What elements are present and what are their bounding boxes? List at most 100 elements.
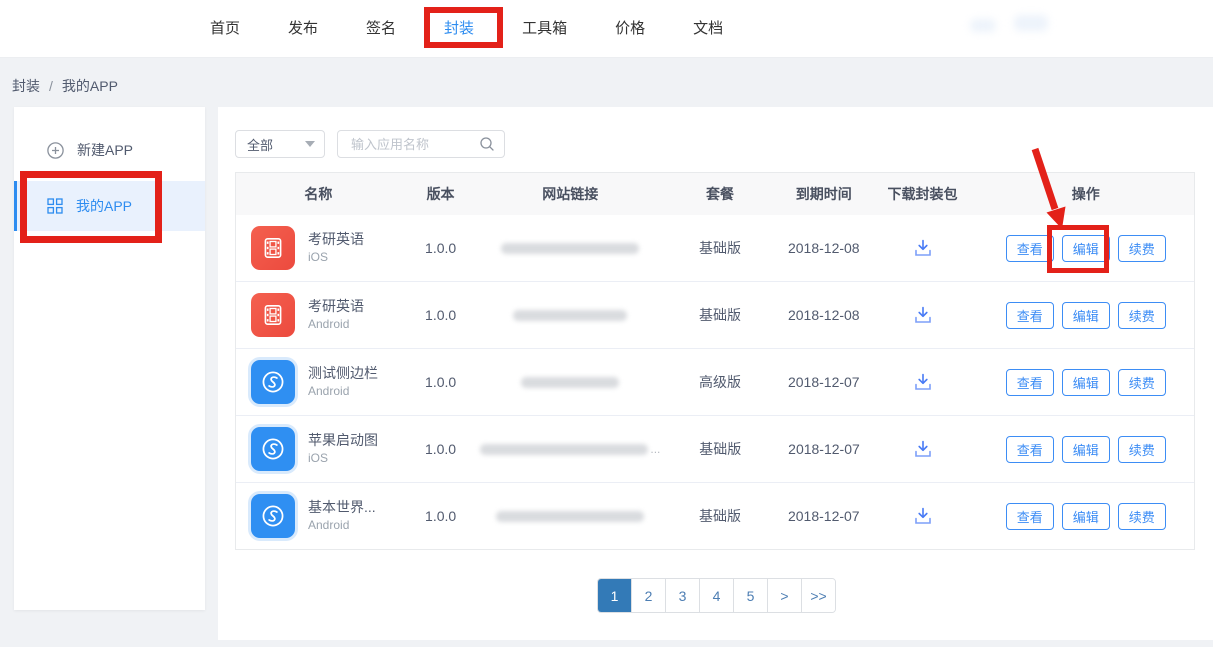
nav-tab-docs[interactable]: 文档: [691, 0, 725, 57]
renew-button[interactable]: 续费: [1118, 235, 1166, 262]
masked-user-info: [970, 19, 996, 32]
app-table: 名称 版本 网站链接 套餐 到期时间 下载封装包 操作 考研英语 iOS: [235, 172, 1195, 550]
col-header-download: 下载封装包: [868, 184, 978, 204]
next-page-button[interactable]: >: [767, 579, 801, 612]
page-button-1[interactable]: 1: [598, 579, 631, 612]
masked-website-link: [521, 377, 619, 388]
col-header-name: 名称: [236, 184, 401, 204]
edit-button[interactable]: 编辑: [1062, 302, 1110, 329]
sidebar: 新建APP 我的APP: [14, 107, 205, 610]
renew-button[interactable]: 续费: [1118, 369, 1166, 396]
app-name: 考研英语: [308, 230, 364, 249]
app-platform: iOS: [308, 450, 378, 466]
app-expiry: 2018-12-08: [780, 240, 868, 256]
renew-button[interactable]: 续费: [1118, 302, 1166, 329]
app-name: 基本世界...: [308, 498, 376, 517]
view-button[interactable]: 查看: [1006, 302, 1054, 329]
col-header-version: 版本: [401, 184, 481, 204]
download-icon[interactable]: [912, 438, 934, 460]
page-button-2[interactable]: 2: [631, 579, 665, 612]
nav-tab-price[interactable]: 价格: [613, 0, 647, 57]
app-expiry: 2018-12-07: [780, 441, 868, 457]
masked-website-link: [513, 310, 627, 321]
masked-website-link: [501, 243, 639, 254]
grid-icon: [47, 198, 63, 214]
plus-circle-icon: [47, 142, 64, 159]
table-row: 苹果启动图 iOS 1.0.0 ... 基础版 2018-12-07 查看 编辑…: [236, 415, 1194, 482]
app-plan: 基础版: [660, 238, 780, 258]
col-header-expiry: 到期时间: [780, 184, 868, 204]
main-nav: 首页 发布 签名 封装 工具箱 价格 文档: [208, 0, 725, 57]
view-button[interactable]: 查看: [1006, 503, 1054, 530]
breadcrumb-section[interactable]: 封装: [12, 76, 40, 96]
app-version: 1.0.0: [401, 374, 481, 390]
nav-tab-package[interactable]: 封装: [442, 0, 476, 57]
view-button[interactable]: 查看: [1006, 369, 1054, 396]
view-button[interactable]: 查看: [1006, 436, 1054, 463]
app-plan: 基础版: [660, 506, 780, 526]
table-row: 考研英语 iOS 1.0.0 基础版 2018-12-08 查看 编辑 续费: [236, 215, 1194, 281]
app-platform: iOS: [308, 249, 364, 265]
col-header-link: 网站链接: [480, 184, 660, 204]
masked-website-link: [480, 444, 648, 455]
view-button[interactable]: 查看: [1006, 235, 1054, 262]
edit-button[interactable]: 编辑: [1062, 235, 1110, 262]
app-platform: Android: [308, 316, 364, 332]
s-logo-app-icon: [251, 494, 295, 538]
col-header-actions: 操作: [977, 184, 1194, 204]
last-page-button[interactable]: >>: [801, 579, 835, 612]
app-plan: 高级版: [660, 372, 780, 392]
nav-tab-home[interactable]: 首页: [208, 0, 242, 57]
app-expiry: 2018-12-07: [780, 374, 868, 390]
app-plan: 基础版: [660, 305, 780, 325]
nav-tab-sign[interactable]: 签名: [364, 0, 398, 57]
page-button-4[interactable]: 4: [699, 579, 733, 612]
breadcrumb: 封装 / 我的APP: [12, 76, 118, 96]
breadcrumb-separator: /: [49, 78, 53, 94]
film-app-icon: [251, 293, 295, 337]
table-header-row: 名称 版本 网站链接 套餐 到期时间 下载封装包 操作: [236, 173, 1194, 215]
category-filter-select[interactable]: 全部: [235, 130, 325, 158]
table-row: 基本世界... Android 1.0.0 基础版 2018-12-07 查看 …: [236, 482, 1194, 549]
edit-button[interactable]: 编辑: [1062, 436, 1110, 463]
renew-button[interactable]: 续费: [1118, 503, 1166, 530]
link-ellipsis: ...: [650, 442, 660, 456]
download-icon[interactable]: [912, 371, 934, 393]
app-plan: 基础版: [660, 439, 780, 459]
app-version: 1.0.0: [401, 240, 481, 256]
pagination: 1 2 3 4 5 > >>: [597, 578, 836, 613]
masked-user-info: [1014, 15, 1048, 31]
nav-tab-toolbox[interactable]: 工具箱: [520, 0, 569, 57]
table-row: 测试侧边栏 Android 1.0.0 高级版 2018-12-07 查看 编辑…: [236, 348, 1194, 415]
app-name: 苹果启动图: [308, 431, 378, 450]
app-name: 测试侧边栏: [308, 364, 378, 383]
sidebar-item-label: 我的APP: [76, 196, 132, 216]
renew-button[interactable]: 续费: [1118, 436, 1166, 463]
nav-tab-publish[interactable]: 发布: [286, 0, 320, 57]
app-version: 1.0.0: [401, 307, 481, 323]
search-icon[interactable]: [479, 136, 495, 152]
edit-button[interactable]: 编辑: [1062, 503, 1110, 530]
download-icon[interactable]: [912, 505, 934, 527]
download-icon[interactable]: [912, 304, 934, 326]
s-logo-app-icon: [251, 360, 295, 404]
app-version: 1.0.0: [401, 441, 481, 457]
masked-website-link: [496, 511, 644, 522]
app-name: 考研英语: [308, 297, 364, 316]
page-button-3[interactable]: 3: [665, 579, 699, 612]
col-header-plan: 套餐: [660, 184, 780, 204]
breadcrumb-current: 我的APP: [62, 76, 118, 96]
film-app-icon: [251, 226, 295, 270]
app-expiry: 2018-12-08: [780, 307, 868, 323]
sidebar-item-label: 新建APP: [77, 140, 133, 160]
edit-button[interactable]: 编辑: [1062, 369, 1110, 396]
download-icon[interactable]: [912, 237, 934, 259]
table-row: 考研英语 Android 1.0.0 基础版 2018-12-08 查看 编辑 …: [236, 281, 1194, 348]
sidebar-item-new-app[interactable]: 新建APP: [14, 130, 205, 170]
search-input[interactable]: [349, 136, 479, 153]
page-button-5[interactable]: 5: [733, 579, 767, 612]
sidebar-item-my-app[interactable]: 我的APP: [14, 181, 205, 231]
chevron-down-icon: [305, 141, 315, 147]
s-logo-app-icon: [251, 427, 295, 471]
top-header: 首页 发布 签名 封装 工具箱 价格 文档: [0, 0, 1213, 58]
